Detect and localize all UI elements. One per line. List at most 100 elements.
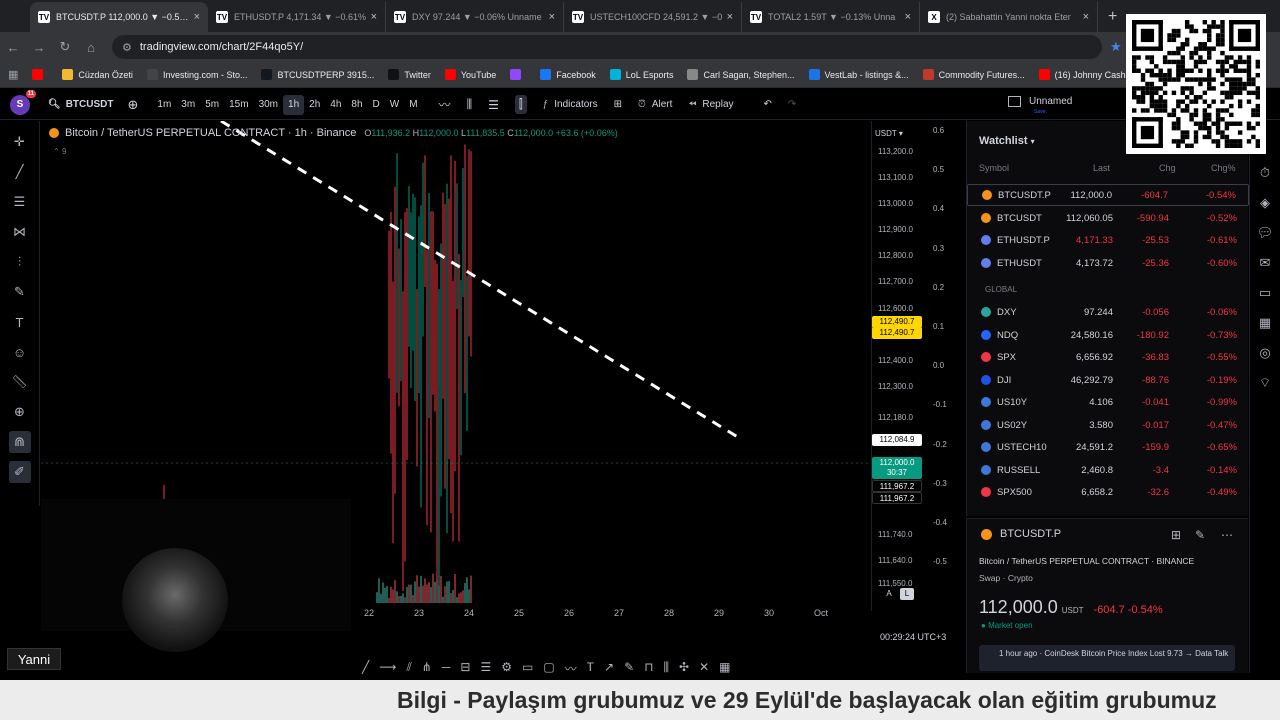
watchlist-row[interactable]: ETHUSDT 4,173.72 -25.36 -0.60% xyxy=(967,252,1249,274)
tab-close-icon[interactable]: × xyxy=(727,11,733,23)
price-scale[interactable]: USDT ▾ 113,200.0 113,100.0 113,000.0 112,90… xyxy=(871,121,931,611)
tab-close-icon[interactable]: × xyxy=(194,11,200,23)
replay-button[interactable]: ⏪︎ Replay xyxy=(688,99,733,110)
apps-icon[interactable]: ▦ xyxy=(8,68,18,81)
chart-type-line-icon[interactable]: 〰 xyxy=(439,96,451,113)
calendar-icon[interactable]: ▭ xyxy=(1259,285,1271,301)
text-tool-icon[interactable]: T xyxy=(587,660,594,680)
user-avatar[interactable]: S 11 xyxy=(10,89,36,115)
new-tab-icon[interactable]: + xyxy=(1098,2,1117,32)
pattern-icon[interactable]: ⋈ xyxy=(9,221,31,243)
compare-add-icon[interactable]: ⊕ xyxy=(127,97,138,113)
signal-icon[interactable]: ⌔ xyxy=(1259,375,1271,391)
watchlist-row[interactable]: DJI 46,292.79 -88.76 -0.19% xyxy=(967,369,1249,391)
log-scale-button[interactable]: L xyxy=(900,588,914,600)
magnet-icon[interactable]: ⋒ xyxy=(8,431,31,453)
fib-tool-icon[interactable]: ☰ xyxy=(480,660,491,680)
watchlist-row[interactable]: SPX500 6,658.2 -32.6 -0.49% xyxy=(967,481,1249,503)
news-item[interactable]: 1 hour ago · CoinDesk Bitcoin Price Inde… xyxy=(979,645,1235,671)
legend-indicator-count[interactable]: ⌃ 9 xyxy=(53,147,66,156)
broadcast-icon[interactable]: ◎ xyxy=(1259,345,1270,361)
browser-tab[interactable]: X (2) Sabahattin Yanni nokta Eter × xyxy=(920,2,1098,32)
indicators-button[interactable]: ƒ Indicators xyxy=(543,99,598,110)
watchlist-row[interactable]: RUSSELL 2,460.8 -3.4 -0.14% xyxy=(967,459,1249,481)
arrow-tool-icon[interactable]: ↗ xyxy=(604,660,614,680)
bookmark-item[interactable]: Cüzdan Özeti xyxy=(62,69,133,80)
chart-type-hollow-icon[interactable]: ⫿ xyxy=(514,95,527,114)
watchlist-row[interactable]: DXY 97.244 -0.056 -0.06% xyxy=(967,301,1249,323)
timeframe-5m[interactable]: 5m xyxy=(200,95,224,115)
browser-tab[interactable]: TV USTECH100CFD 24,591.2 ▼ −0 × xyxy=(564,2,742,32)
lock-drawing-icon[interactable]: ✐ xyxy=(8,461,31,483)
ray-tool-icon[interactable]: ⟶ xyxy=(379,660,396,680)
bookmark-item[interactable]: Commodity Futures... xyxy=(922,69,1025,80)
tab-close-icon[interactable]: × xyxy=(371,11,377,23)
tab-close-icon[interactable]: × xyxy=(549,11,555,23)
timeframe-2h[interactable]: 2h xyxy=(304,95,325,115)
timeframe-W[interactable]: W xyxy=(385,95,404,115)
home-icon[interactable]: ⌂ xyxy=(78,40,104,55)
emoji-icon[interactable]: ☺ xyxy=(9,341,31,363)
watchlist-title[interactable]: Watchlist ▾ xyxy=(979,135,1035,147)
browser-tab[interactable]: TV ETHUSDT.P 4,171.34 ▼ −0.61% × xyxy=(208,2,386,32)
line-tool-icon[interactable]: ╱ xyxy=(362,660,369,680)
symbol-search[interactable]: 🔍︎ BTCUSDT xyxy=(48,99,113,110)
tab-close-icon[interactable]: × xyxy=(905,11,911,23)
measure-tool-icon[interactable]: ⊓ xyxy=(644,660,653,680)
undo-icon[interactable]: ↶ xyxy=(764,99,772,110)
watchlist-row[interactable]: BTCUSDT 112,060.05 -590.94 -0.52% xyxy=(967,207,1249,229)
hline-tool-icon[interactable]: ─ xyxy=(442,660,451,680)
bookmark-item[interactable]: Twitter xyxy=(388,69,431,80)
col-last[interactable]: Last xyxy=(1093,163,1110,173)
forecast-icon[interactable]: ✣ xyxy=(679,660,689,680)
brush-icon[interactable]: ✎ xyxy=(9,281,31,303)
browser-tab[interactable]: TV TOTAL2 1.59T ▼ −0.13% Unna × xyxy=(742,2,920,32)
url-bar[interactable]: ⚙ tradingview.com/chart/2F44qo5Y/ xyxy=(112,35,1102,59)
bookmark-star-icon[interactable]: ★ xyxy=(1110,39,1122,55)
watchlist-section-global[interactable]: GLOBAL xyxy=(985,285,1017,294)
auto-scale-button[interactable]: A xyxy=(882,588,896,600)
chat-icon[interactable]: 💬︎ xyxy=(1257,225,1274,241)
bookmark-item[interactable]: Facebook xyxy=(540,69,596,80)
timeframe-1m[interactable]: 1m xyxy=(152,95,176,115)
grid-icon[interactable]: ⊞ xyxy=(1171,528,1181,542)
grid-tool-icon[interactable]: ▦ xyxy=(719,660,730,680)
watchlist-row[interactable]: BTCUSDT.P 112,000.0 -604.7 -0.54% xyxy=(967,184,1249,206)
reload-icon[interactable]: ↻ xyxy=(52,39,78,55)
layers-icon[interactable]: ◈ xyxy=(1260,195,1270,211)
bookmark-item[interactable]: (16) Johnny Cash -... xyxy=(1038,69,1139,80)
watchlist-row[interactable]: ETHUSDT.P 4,171.33 -25.53 -0.61% xyxy=(967,229,1249,251)
crosshair-icon[interactable]: ✛ xyxy=(9,131,31,153)
back-icon[interactable]: ← xyxy=(0,40,26,55)
watchlist-row[interactable]: SPX 6,656.92 -36.83 -0.55% xyxy=(967,346,1249,368)
tab-close-icon[interactable]: × xyxy=(1083,11,1089,23)
time-axis[interactable]: 22 23 24 25 26 27 28 29 30 Oct xyxy=(350,604,950,622)
layouts-icon[interactable]: ⊞ xyxy=(614,99,622,110)
watchlist-row[interactable]: US02Y 3.580 -0.017 -0.47% xyxy=(967,414,1249,436)
layout-name-button[interactable]: Unnamed Save xyxy=(1008,96,1072,115)
site-info-icon[interactable]: ⚙ xyxy=(122,41,132,54)
timeframe-15m[interactable]: 15m xyxy=(224,95,253,115)
cross-icon[interactable]: ✕ xyxy=(699,660,709,680)
bookmark-item[interactable]: LoL Esports xyxy=(609,69,673,80)
bookmark-item[interactable]: YouTube xyxy=(444,69,496,80)
chart-type-bars-icon[interactable]: ☰ xyxy=(488,98,499,112)
ruler-icon[interactable]: 📏︎ xyxy=(9,371,31,393)
timeframe-1h[interactable]: 1h xyxy=(283,94,305,115)
price-range-icon[interactable]: ⊟ xyxy=(460,660,470,680)
timeframe-30m[interactable]: 30m xyxy=(254,95,283,115)
forward-icon[interactable]: → xyxy=(26,40,52,55)
watchlist-row[interactable]: NDQ 24,580.16 -180.92 -0.73% xyxy=(967,324,1249,346)
col-chg[interactable]: Chg xyxy=(1159,163,1176,173)
prediction-icon[interactable]: ⫶ xyxy=(9,251,31,273)
bookmark-item[interactable] xyxy=(510,69,526,80)
chart-type-candles-icon[interactable]: ⫼ xyxy=(467,97,473,112)
browser-tab[interactable]: TV BTCUSDT.P 112,000.0 ▼ −0.54% × xyxy=(30,2,208,32)
channel-tool-icon[interactable]: ⫽ xyxy=(406,660,411,680)
fib-icon[interactable]: ☰ xyxy=(9,191,31,213)
col-chgp[interactable]: Chg% xyxy=(1211,163,1236,173)
bookmark-item[interactable]: BTCUSDTPERP 3915... xyxy=(261,69,374,80)
bars-pattern-icon[interactable]: ⫼ xyxy=(664,660,670,680)
timeframe-3m[interactable]: 3m xyxy=(176,95,200,115)
details-symbol[interactable]: BTCUSDT.P xyxy=(981,528,1061,540)
